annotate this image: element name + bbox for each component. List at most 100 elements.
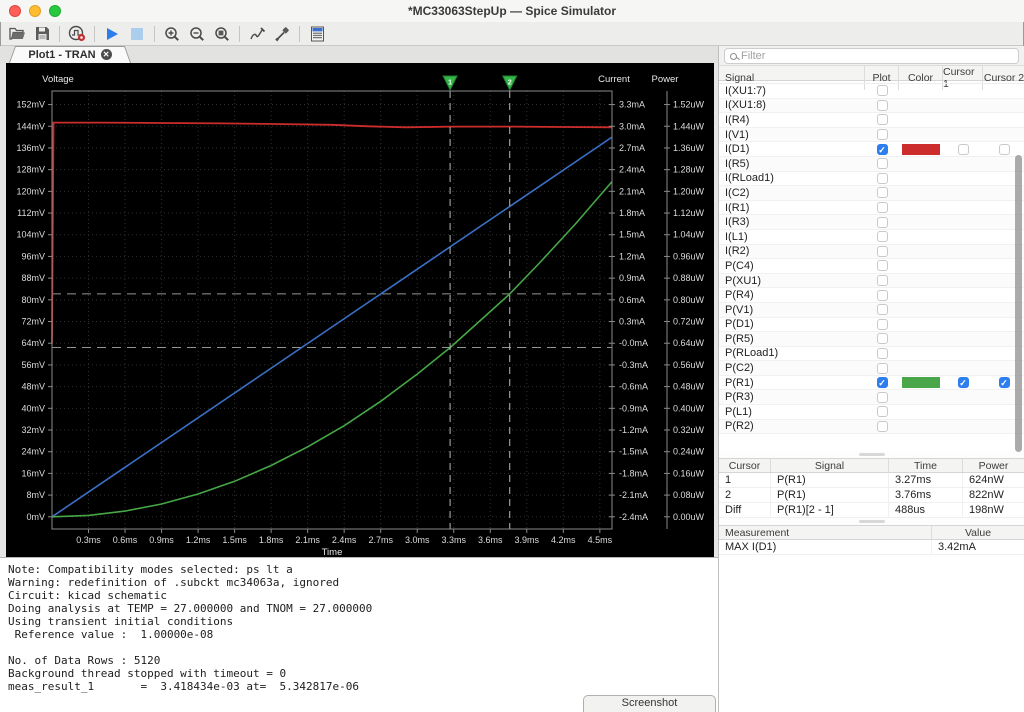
screenshot-button[interactable]: Screenshot (583, 695, 716, 712)
signal-row[interactable]: I(R5) (719, 157, 1024, 172)
plot-checkbox[interactable] (877, 363, 888, 374)
signal-row[interactable]: P(R1) (719, 376, 1024, 391)
time-tick-label: 2.4ms (332, 535, 357, 545)
zoom-in-button[interactable] (161, 24, 183, 44)
color-swatch[interactable] (902, 377, 940, 388)
zoom-window-button[interactable] (49, 5, 61, 17)
plot-checkbox[interactable] (877, 100, 888, 111)
signal-row[interactable]: P(V1) (719, 303, 1024, 318)
zoom-out-button[interactable] (186, 24, 208, 44)
measurement-row[interactable]: MAX I(D1)3.42mA (719, 540, 1024, 555)
signal-row[interactable]: I(V1) (719, 128, 1024, 143)
zoom-fit-button[interactable] (211, 24, 233, 44)
run-simulation-button[interactable] (101, 24, 123, 44)
plot-checkbox[interactable] (877, 217, 888, 228)
close-window-button[interactable] (9, 5, 21, 17)
cursor-row[interactable]: DiffP(R1)[2 - 1]488us198nW (719, 503, 1024, 518)
current-tick-label: -1.2mA (619, 425, 648, 435)
signal-row[interactable]: I(R4) (719, 113, 1024, 128)
plot-checkbox[interactable] (877, 231, 888, 242)
signal-row[interactable]: I(R1) (719, 201, 1024, 216)
signal-row[interactable]: I(R3) (719, 215, 1024, 230)
cursor1-checkbox[interactable] (958, 144, 969, 155)
stop-simulation-button[interactable] (126, 24, 148, 44)
cursor-row[interactable]: 2P(R1)3.76ms822nW (719, 488, 1024, 503)
cursor-row[interactable]: 1P(R1)3.27ms624nW (719, 473, 1024, 488)
signal-row[interactable]: I(XU1:7) (719, 84, 1024, 99)
minimize-window-button[interactable] (29, 5, 41, 17)
signal-row[interactable]: P(L1) (719, 405, 1024, 420)
signal-row[interactable]: P(XU1) (719, 274, 1024, 289)
plot-checkbox[interactable] (877, 129, 888, 140)
close-tab-icon[interactable] (101, 49, 112, 60)
signal-name: I(R5) (719, 157, 865, 171)
cursor1-checkbox[interactable] (958, 377, 969, 388)
plot-checkbox[interactable] (877, 85, 888, 96)
time-tick-label: 0.9ms (149, 535, 174, 545)
current-tick-label: 1.8mA (619, 208, 645, 218)
signal-row[interactable]: I(RLoad1) (719, 172, 1024, 187)
toolbar-separator (299, 26, 300, 42)
tune-button[interactable] (271, 24, 293, 44)
voltage-tick-label: 120mV (16, 186, 45, 196)
console-line: Background thread stopped with timeout =… (8, 667, 718, 680)
show-netlist-button[interactable] (306, 24, 328, 44)
cursor-splitter[interactable] (719, 451, 1024, 458)
plot-checkbox[interactable] (877, 275, 888, 286)
open-workbook-button[interactable] (6, 24, 28, 44)
plot-checkbox[interactable] (877, 173, 888, 184)
plot-checkbox[interactable] (877, 377, 888, 388)
plot-checkbox[interactable] (877, 246, 888, 257)
power-tick-label: 0.88uW (673, 273, 705, 283)
signal-row[interactable]: P(R4) (719, 288, 1024, 303)
signal-row[interactable]: I(R2) (719, 245, 1024, 260)
measurement-splitter[interactable] (719, 518, 1024, 525)
plot-checkbox[interactable] (877, 348, 888, 359)
plot-checkbox[interactable] (877, 260, 888, 271)
signal-row[interactable]: P(R5) (719, 332, 1024, 347)
signals-body: I(XU1:7)I(XU1:8)I(R4)I(V1)I(D1)I(R5)I(RL… (719, 81, 1024, 439)
plot-checkbox[interactable] (877, 392, 888, 403)
power-tick-label: 1.04uW (673, 230, 705, 240)
cursor2-checkbox[interactable] (999, 377, 1010, 388)
plot-checkbox[interactable] (877, 406, 888, 417)
signal-row[interactable]: I(L1) (719, 230, 1024, 245)
plot-checkbox[interactable] (877, 202, 888, 213)
search-icon (730, 53, 737, 60)
signal-row[interactable]: P(D1) (719, 318, 1024, 333)
sim-command-button[interactable] (66, 24, 88, 44)
signal-row[interactable]: I(D1) (719, 142, 1024, 157)
color-swatch[interactable] (902, 144, 940, 155)
filter-row (719, 46, 1024, 66)
power-tick-label: 1.44uW (673, 121, 705, 131)
signal-row[interactable]: I(XU1:8) (719, 99, 1024, 114)
filter-input[interactable] (741, 50, 1013, 62)
signal-row[interactable]: P(RLoad1) (719, 347, 1024, 362)
tran-plot-canvas[interactable]: 12152mV3.3mA1.52uW144mV3.0mA1.44uW136mV2… (6, 63, 714, 557)
signal-row[interactable]: P(R2) (719, 420, 1024, 435)
voltage-tick-label: 56mV (21, 360, 45, 370)
tune-icon (274, 26, 290, 42)
plot-checkbox[interactable] (877, 290, 888, 301)
cursor2-checkbox[interactable] (999, 144, 1010, 155)
signal-name: P(R3) (719, 390, 865, 404)
plot-checkbox[interactable] (877, 333, 888, 344)
cursor-handle-number: 1 (448, 78, 452, 87)
plot-checkbox[interactable] (877, 319, 888, 330)
plot-checkbox[interactable] (877, 114, 888, 125)
signal-row[interactable]: P(C2) (719, 361, 1024, 376)
plot-checkbox[interactable] (877, 144, 888, 155)
plot-checkbox[interactable] (877, 304, 888, 315)
signals-scrollbar-thumb[interactable] (1015, 155, 1022, 452)
signal-row[interactable]: P(C4) (719, 259, 1024, 274)
plot-checkbox[interactable] (877, 421, 888, 432)
console-log[interactable]: Note: Compatibility modes selected: ps l… (0, 557, 718, 712)
save-workbook-button[interactable] (31, 24, 53, 44)
plot-checkbox[interactable] (877, 187, 888, 198)
tab-plot1-tran[interactable]: Plot1 - TRAN (10, 46, 130, 63)
series-P(R1) (52, 182, 612, 517)
plot-checkbox[interactable] (877, 158, 888, 169)
signal-row[interactable]: I(C2) (719, 186, 1024, 201)
signal-row[interactable]: P(R3) (719, 390, 1024, 405)
probe-button[interactable] (246, 24, 268, 44)
